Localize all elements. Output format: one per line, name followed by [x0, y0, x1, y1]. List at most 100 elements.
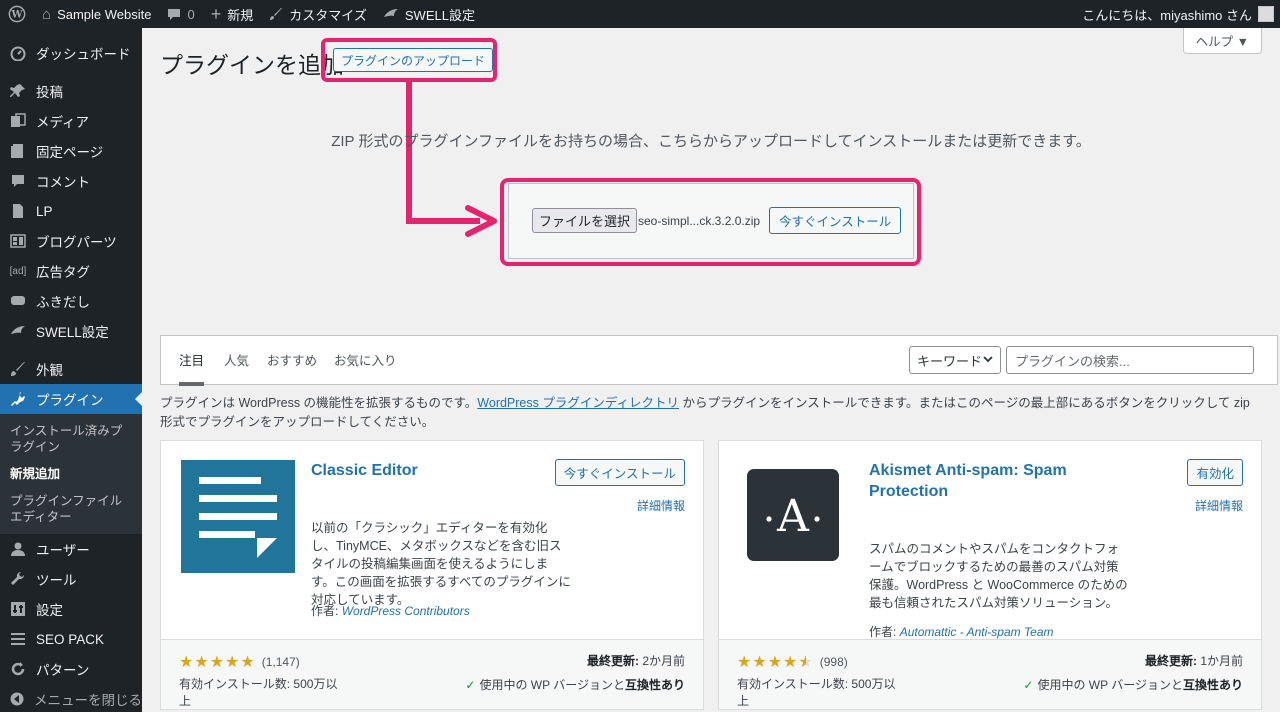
- sidebar-item-media[interactable]: メディア: [0, 106, 142, 136]
- plugin-icon: [8, 391, 28, 407]
- sidebar-item-users[interactable]: ユーザー: [0, 534, 142, 564]
- sidebar-item-appearance[interactable]: 外観: [0, 354, 142, 384]
- sidebar-item-seo-pack[interactable]: SEO PACK: [0, 624, 142, 654]
- plugin-card: Classic Editor 今すぐインストール 詳細情報 以前の「クラシック」…: [160, 440, 704, 710]
- plus-icon: +: [210, 3, 222, 24]
- sidebar-item-settings[interactable]: 設定: [0, 594, 142, 624]
- sidebar-collapse-menu[interactable]: メニューを閉じる: [0, 684, 142, 712]
- sidebar-item-lp[interactable]: LP: [0, 196, 142, 226]
- brush-icon: [269, 7, 283, 21]
- star-icon: ★: [194, 654, 210, 671]
- pin-icon: [8, 83, 28, 99]
- wrench-icon: [8, 571, 28, 587]
- sidebar-item-ad-tag[interactable]: [ad] 広告タグ: [0, 256, 142, 286]
- star-icon: ★: [179, 654, 195, 671]
- sidebar-item-pages[interactable]: 固定ページ: [0, 136, 142, 166]
- plugin-author: 作者: WordPress Contributors: [311, 604, 470, 618]
- rating-count[interactable]: (998): [820, 655, 848, 669]
- brush-icon: [8, 361, 28, 377]
- author-link[interactable]: Automattic - Anti-spam Team: [900, 625, 1054, 639]
- collapse-icon: [8, 691, 26, 707]
- sidebar-item-tools[interactable]: ツール: [0, 564, 142, 594]
- comment-bubble-icon: [167, 7, 181, 21]
- star-icon: ★: [767, 654, 784, 671]
- sidebar-item-swell-settings[interactable]: SWELL設定: [0, 316, 142, 346]
- comments-link[interactable]: 0: [159, 0, 202, 28]
- chevron-down-icon: [982, 352, 994, 369]
- install-now-button[interactable]: 今すぐインストール: [554, 459, 685, 486]
- sidebar-item-comments[interactable]: コメント: [0, 166, 142, 196]
- main-content: プラグインを追加 プラグインのアップロード ヘルプ ▼ ZIP 形式のプラグイン…: [142, 28, 1280, 712]
- upload-plugin-button[interactable]: プラグインのアップロード: [333, 48, 494, 72]
- pattern-icon: [8, 661, 28, 677]
- sidebar-item-dashboard[interactable]: ダッシュボード: [0, 38, 142, 68]
- wordpress-logo-icon[interactable]: W: [0, 0, 34, 28]
- last-updated: 最終更新: 1か月前: [1144, 654, 1243, 668]
- tab-recommended[interactable]: おすすめ: [267, 350, 317, 382]
- selected-file-name: seo-simpl...ck.3.2.0.zip: [638, 214, 761, 228]
- upload-description: ZIP 形式のプラグインファイルをお持ちの場合、こちらからアップロードしてインス…: [331, 133, 1091, 150]
- install-now-button[interactable]: 今すぐインストール: [769, 207, 902, 234]
- tab-favorites[interactable]: お気に入り: [334, 350, 397, 382]
- submenu-plugin-file-editor[interactable]: プラグインファイルエディター: [0, 490, 142, 528]
- page-icon: [8, 143, 28, 159]
- star-icon: ★: [752, 654, 768, 671]
- classic-editor-icon: [181, 460, 295, 576]
- sidebar-item-patterns[interactable]: パターン: [0, 654, 142, 684]
- lp-icon: [8, 203, 28, 219]
- sidebar-item-plugins[interactable]: プラグイン: [0, 384, 142, 414]
- author-link[interactable]: WordPress Contributors: [342, 604, 470, 618]
- svg-text:A: A: [776, 491, 810, 542]
- annotation-arrowhead-icon: [465, 205, 497, 237]
- plugins-submenu: インストール済みプラグイン 新規追加 プラグインファイルエディター: [0, 414, 142, 534]
- compatibility: ✓ 使用中の WP バージョンと互換性あり: [465, 678, 685, 692]
- plugin-card-footer: ★ ★ ★ ★ ★ (1,147) 有効インストール数: 500万以上 最終更新…: [161, 639, 703, 709]
- active-installs: 有効インストール数: 500万以上: [179, 677, 338, 708]
- new-content-link[interactable]: + 新規: [203, 0, 262, 28]
- compatibility: ✓ 使用中の WP バージョンと互換性あり: [1023, 678, 1243, 692]
- rating-count[interactable]: (1,147): [262, 655, 300, 669]
- plugin-card-footer: ★ ★ ★ ★ ★★ (998) 有効インストール数: 500万以上 最終更新:…: [719, 639, 1261, 709]
- half-star-icon: ★★: [798, 654, 814, 671]
- more-details-link[interactable]: 詳細情報: [1195, 497, 1243, 514]
- star-icon: ★: [240, 654, 256, 671]
- plugin-author: 作者: Automattic - Anti-spam Team: [869, 625, 1054, 639]
- plugin-search-input[interactable]: プラグインの検索...: [1006, 346, 1254, 374]
- customize-link[interactable]: カスタマイズ: [261, 0, 375, 28]
- help-tab-button[interactable]: ヘルプ ▼: [1182, 28, 1262, 54]
- site-name-link[interactable]: ⌂ Sample Website: [34, 0, 159, 28]
- swell-settings-link[interactable]: SWELL設定: [375, 0, 483, 28]
- star-icon: ★: [737, 654, 753, 671]
- sidebar-item-posts[interactable]: 投稿: [0, 76, 142, 106]
- tab-featured[interactable]: 注目: [179, 350, 205, 386]
- home-icon: ⌂: [42, 5, 52, 23]
- choose-file-button[interactable]: ファイルを選択: [532, 208, 638, 233]
- submenu-installed-plugins[interactable]: インストール済みプラグイン: [0, 420, 142, 458]
- annotation-arrow-vertical: [406, 82, 412, 224]
- blog-parts-icon: [8, 233, 28, 249]
- sidebar-item-balloon[interactable]: ふきだし: [0, 286, 142, 316]
- star-icon: ★: [209, 654, 226, 671]
- sidebar-item-blog-parts[interactable]: ブログパーツ: [0, 226, 142, 256]
- activate-button[interactable]: 有効化: [1187, 459, 1243, 486]
- search-type-select[interactable]: キーワード: [909, 346, 1001, 374]
- submenu-add-new[interactable]: 新規追加: [0, 463, 142, 485]
- my-account-link[interactable]: こんにちは、miyashimo さん: [1074, 0, 1280, 28]
- plugin-description: スパムのコメントやスパムをコンタクトフォームでブロックするための最善のスパム対策…: [869, 542, 1128, 610]
- tab-popular[interactable]: 人気: [224, 350, 249, 382]
- plugin-directory-link[interactable]: WordPress プラグインディレクトリ: [477, 396, 679, 410]
- star-rating: ★ ★ ★ ★ ★ (1,147): [179, 652, 300, 672]
- dashboard-icon: [8, 45, 28, 61]
- plugin-name-link[interactable]: Classic Editor: [311, 460, 531, 481]
- checkmark-icon: ✓: [1023, 678, 1034, 692]
- last-updated: 最終更新: 2か月前: [586, 654, 685, 668]
- plugin-name-link[interactable]: Akismet Anti-spam: Spam Protection: [869, 460, 1099, 502]
- checkmark-icon: ✓: [465, 678, 476, 692]
- plugin-card: A Akismet Anti-spam: Spam Protection 有効化…: [718, 440, 1262, 710]
- more-details-link[interactable]: 詳細情報: [637, 497, 685, 514]
- comment-icon: [8, 173, 28, 189]
- settings-icon: [8, 601, 28, 617]
- media-icon: [8, 113, 28, 129]
- plugins-intro-text: プラグインは WordPress の機能性を拡張するものです。WordPress…: [160, 396, 1250, 429]
- star-icon: ★: [225, 654, 241, 671]
